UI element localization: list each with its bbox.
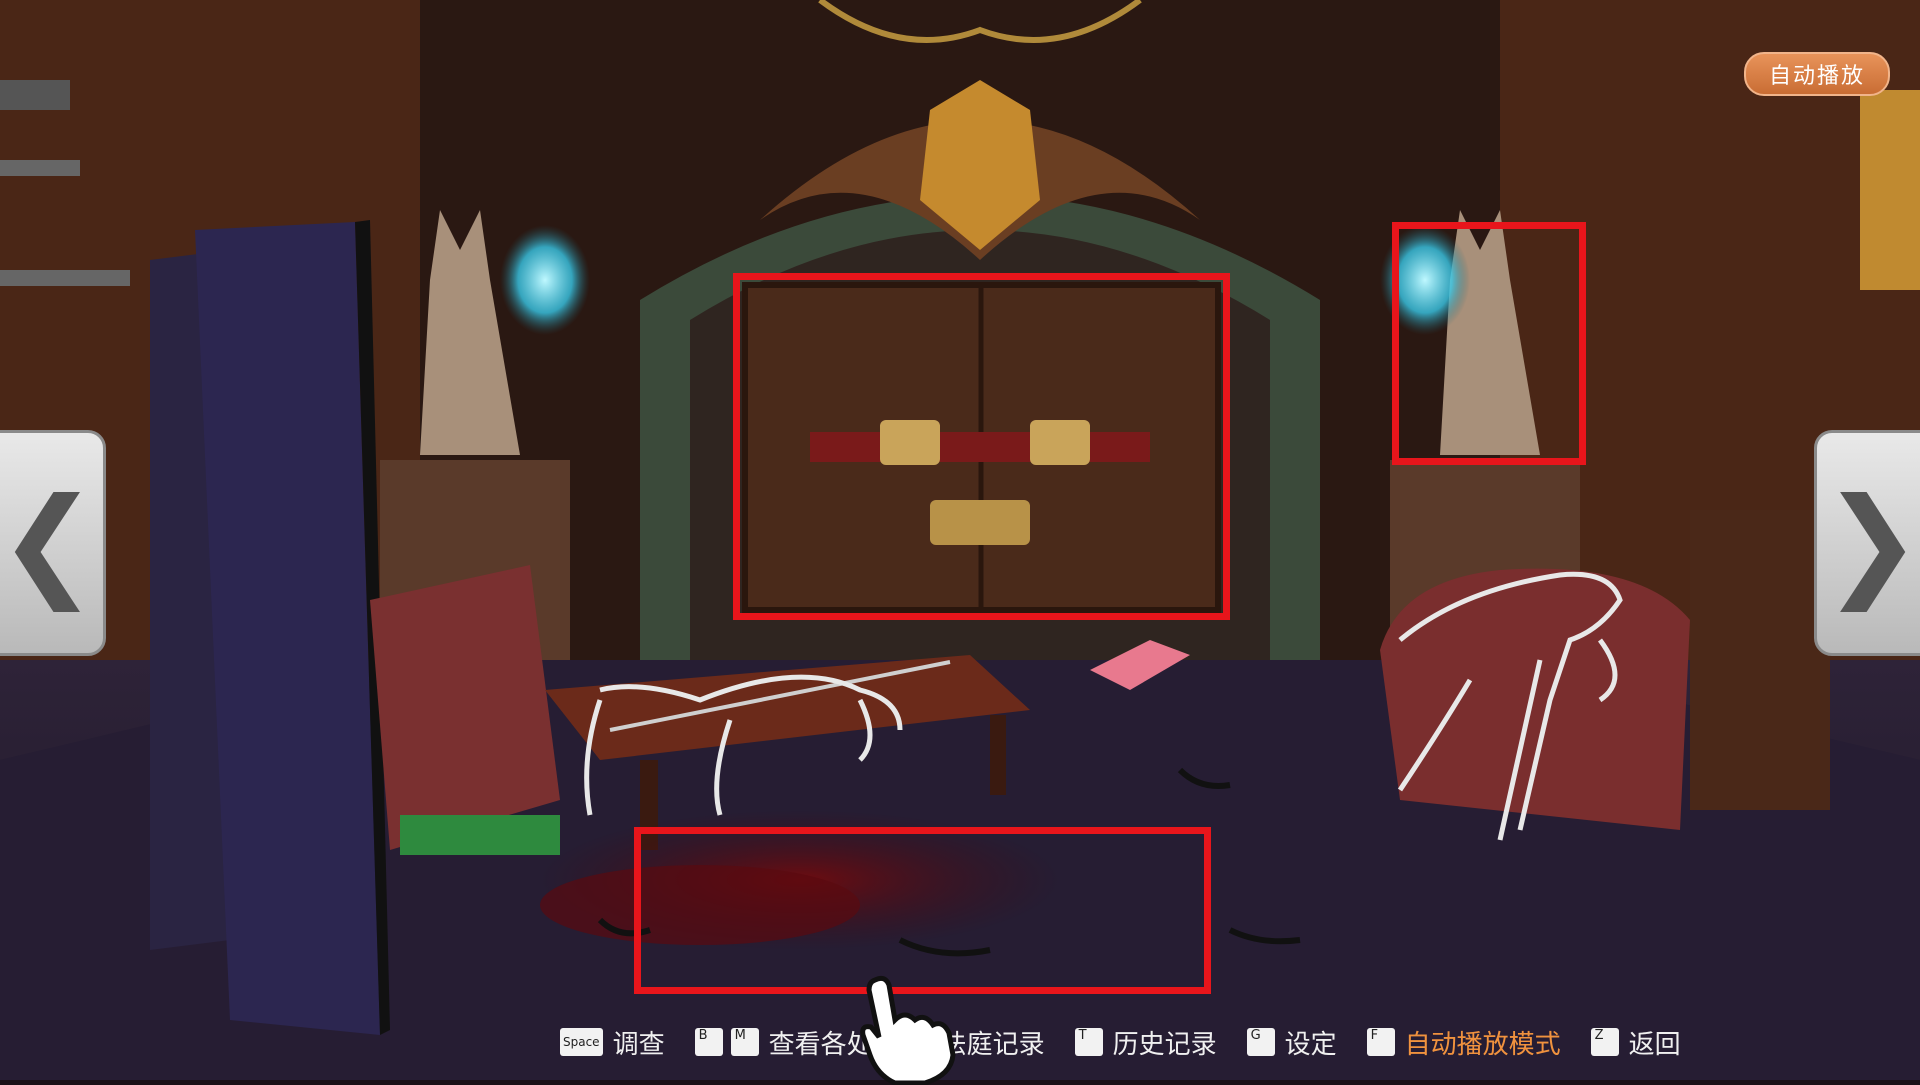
control-history-log[interactable]: T 历史记录 — [1074, 1024, 1217, 1061]
control-autoplay-mode[interactable]: F 自动播放模式 — [1366, 1024, 1561, 1061]
key-cap: M — [730, 1028, 759, 1056]
control-label: 返回 — [1628, 1029, 1681, 1060]
next-area-button[interactable]: ❯ — [1814, 430, 1920, 656]
chevron-right-icon: ❯ — [1821, 473, 1920, 612]
control-label: 设定 — [1284, 1029, 1337, 1060]
autoplay-button[interactable]: 自动播放 — [1744, 52, 1890, 96]
hand-cursor-icon — [860, 975, 956, 1085]
key-cap: T — [1074, 1028, 1103, 1056]
control-hints-bar: Space 调查 B M 查看各处 E 法庭记录 T 历史记录 G 设定 F 自… — [560, 1020, 1711, 1064]
key-cap: B — [694, 1028, 723, 1056]
previous-area-button[interactable]: ❮ — [0, 430, 106, 656]
chevron-left-icon: ❮ — [0, 473, 99, 612]
fox-statue-hotspot-highlight[interactable] — [1392, 222, 1586, 465]
key-cap: G — [1246, 1028, 1275, 1056]
control-back[interactable]: Z 返回 — [1590, 1024, 1681, 1061]
control-label: 历史记录 — [1112, 1029, 1217, 1060]
key-cap: Space — [560, 1028, 603, 1056]
control-investigate[interactable]: Space 调查 — [560, 1024, 665, 1061]
control-label: 自动播放模式 — [1404, 1029, 1561, 1060]
key-cap: Z — [1590, 1028, 1619, 1056]
door-hotspot-highlight[interactable] — [733, 273, 1230, 620]
control-view-around[interactable]: B M 查看各处 — [694, 1024, 873, 1061]
blood-floor-hotspot-highlight[interactable] — [634, 827, 1211, 994]
key-cap: F — [1366, 1028, 1395, 1056]
control-settings[interactable]: G 设定 — [1246, 1024, 1337, 1061]
control-label: 调查 — [612, 1029, 665, 1060]
